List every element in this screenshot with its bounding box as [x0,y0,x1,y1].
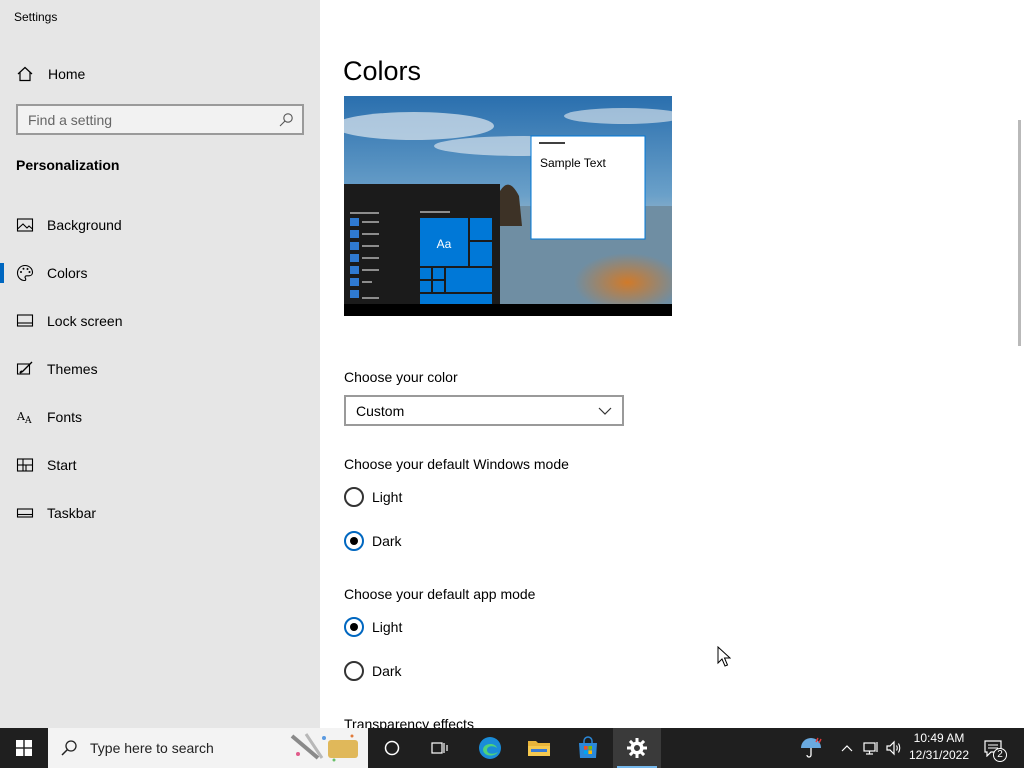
sidebar-item-colors[interactable]: Colors [0,255,320,291]
task-view-button[interactable] [416,728,464,768]
choose-color-label: Choose your color [344,369,458,385]
taskbar-icon [16,504,34,522]
radio-circle[interactable] [344,487,364,507]
volume-icon [886,740,901,756]
sidebar-item-fonts[interactable]: AA Fonts [0,399,320,435]
sidebar-item-taskbar[interactable]: Taskbar [0,495,320,531]
sample-text: Sample Text [540,156,606,170]
tile-label: Aa [437,237,452,251]
chevron-up-icon [841,745,853,752]
palette-icon [16,264,34,282]
windows-mode-light-radio[interactable]: Light [344,486,402,508]
app-mode-label: Choose your default app mode [344,586,536,602]
cortana-button[interactable] [368,728,416,768]
color-preview: Aa Sample Text [344,96,672,316]
taskbar-search-placeholder: Type here to search [90,740,214,756]
sidebar-item-themes[interactable]: Themes [0,351,320,387]
sidebar-item-label: Start [47,457,77,473]
svg-text:A: A [24,416,32,426]
settings-taskbar-button[interactable] [613,728,661,768]
radio-circle[interactable] [344,661,364,681]
sidebar-item-start[interactable]: Start [0,447,320,483]
app-mode-dark-radio[interactable]: Dark [344,660,402,682]
preview-image: Aa Sample Text [344,96,672,316]
scrollbar[interactable] [1018,120,1021,346]
edge-button[interactable] [466,728,514,768]
sidebar-item-label: Taskbar [47,505,97,521]
mouse-cursor-icon [717,646,731,667]
home-link[interactable]: Home [16,63,85,85]
radio-label: Dark [372,533,402,549]
taskbar-search-box[interactable]: Type here to search [48,728,368,768]
find-setting-search[interactable] [16,104,304,135]
settings-gear-icon [627,738,647,758]
file-explorer-icon [528,741,550,756]
clock-time: 10:49 AM [913,731,965,745]
find-setting-input[interactable] [18,106,278,133]
weather-button[interactable] [796,728,826,768]
image-icon [16,216,34,234]
cortana-icon [384,740,400,756]
windows-mode-label: Choose your default Windows mode [344,456,569,472]
sidebar-item-label: Fonts [47,409,83,425]
sidebar-item-background[interactable]: Background [0,207,320,243]
network-icon [863,742,878,755]
edge-icon [479,737,501,759]
windows-logo-icon [16,740,32,756]
windows-mode-dark-radio[interactable]: Dark [344,530,402,552]
page-title: Colors [343,56,422,86]
sidebar-item-label: Themes [47,361,98,377]
themes-icon [16,360,34,378]
search-icon [61,740,77,756]
file-explorer-button[interactable] [515,728,563,768]
radio-circle[interactable] [344,617,364,637]
section-title: Personalization [16,157,120,173]
start-icon [16,456,34,474]
microsoft-store-button[interactable] [564,728,612,768]
notification-count-badge: 2 [993,748,1007,762]
radio-label: Light [372,619,403,635]
fonts-icon: AA [16,408,34,426]
clock-date: 12/31/2022 [908,748,970,762]
radio-label: Dark [372,663,402,679]
volume-button[interactable] [883,728,905,768]
sidebar-item-lock-screen[interactable]: Lock screen [0,303,320,339]
home-label: Home [48,66,86,82]
search-icon[interactable] [278,112,294,128]
rain-umbrella-icon [801,737,822,758]
app-title: Settings [14,10,58,24]
home-icon [17,66,33,82]
choose-color-dropdown[interactable]: Custom [344,395,624,426]
taskbar-clock[interactable]: 10:49 AM 12/31/2022 [904,730,974,764]
sidebar: Settings Home Personalization Background… [0,0,320,728]
choose-color-value: Custom [356,402,405,419]
radio-label: Light [372,489,403,505]
task-view-icon [431,742,448,754]
sidebar-item-label: Background [47,217,122,233]
start-button[interactable] [0,728,48,768]
radio-circle[interactable] [344,531,364,551]
sidebar-item-label: Colors [47,265,88,281]
taskbar: Type here to search 10:49 AM 12/31/2022 … [0,728,1024,768]
chevron-down-icon [598,407,612,415]
microsoft-store-icon [579,736,597,758]
show-hidden-icons-button[interactable] [837,728,857,768]
new-year-decoration-icon [290,733,358,762]
app-mode-light-radio[interactable]: Light [344,616,402,638]
sidebar-item-label: Lock screen [47,313,123,329]
lock-screen-icon [16,312,34,330]
network-button[interactable] [860,728,882,768]
